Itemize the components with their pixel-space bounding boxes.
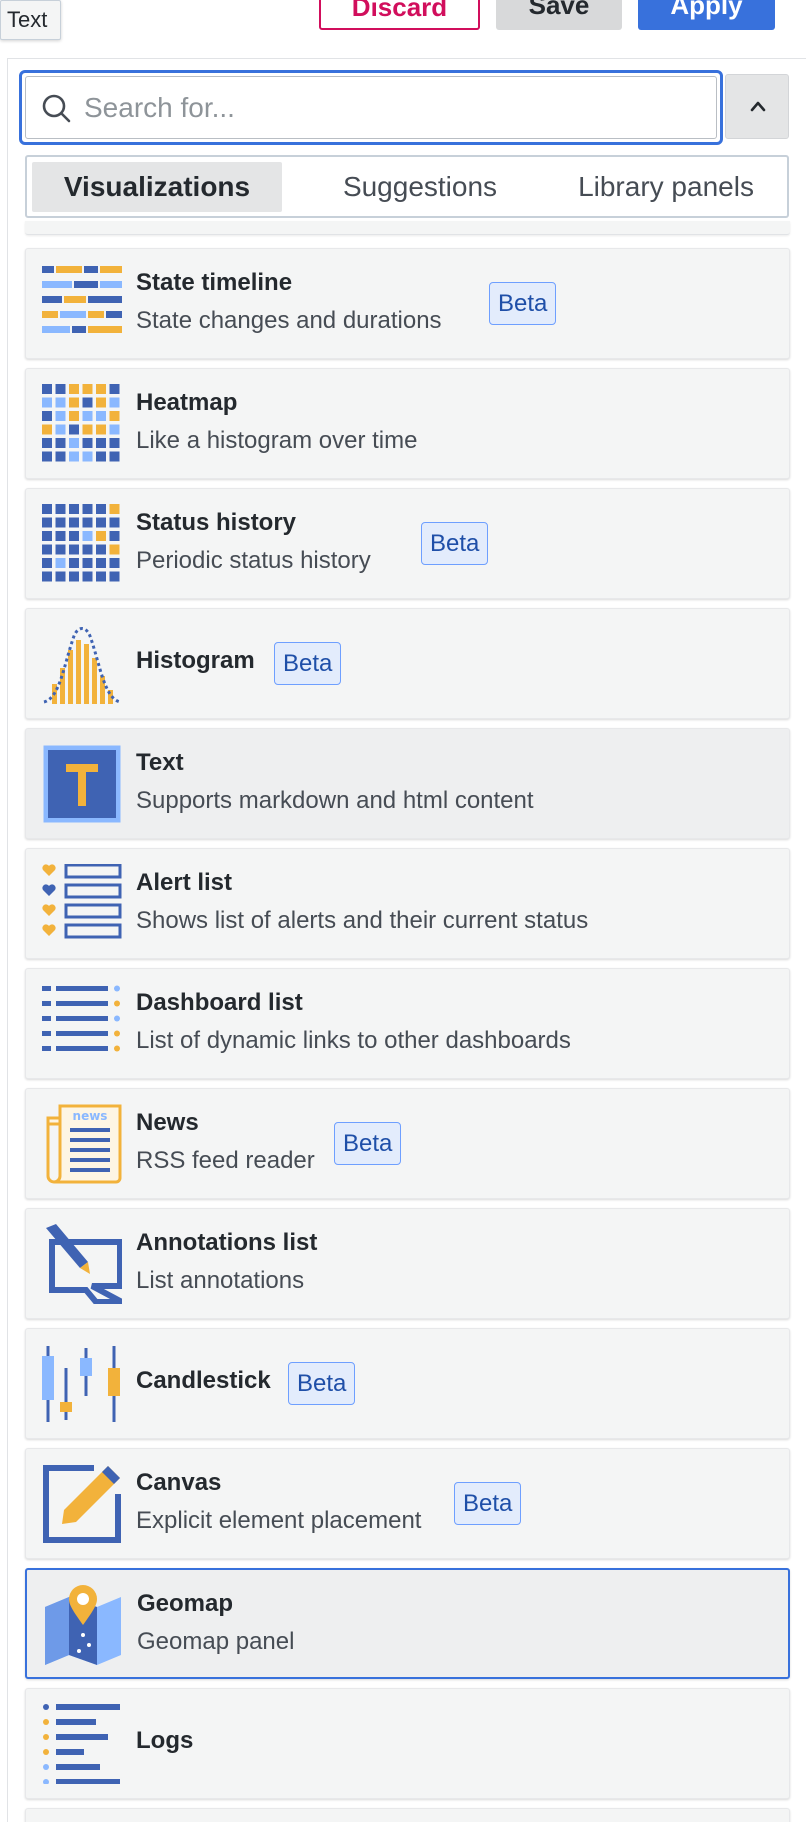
news-icon-label: news bbox=[73, 1109, 108, 1123]
viz-name: Candlestick bbox=[136, 1367, 271, 1394]
viz-card-heatmap[interactable]: Heatmap Like a histogram over time bbox=[25, 368, 790, 479]
viz-name: Alert list bbox=[136, 869, 233, 896]
viz-name: Histogram bbox=[136, 647, 255, 674]
viz-description: State changes and durations bbox=[136, 307, 442, 334]
viz-card-alert-list[interactable]: Alert list Shows list of alerts and thei… bbox=[25, 848, 790, 959]
tooltip: Text bbox=[0, 0, 61, 40]
canvas-icon bbox=[43, 1465, 121, 1543]
viz-card-logs[interactable]: Logs bbox=[25, 1688, 790, 1799]
viz-description: Shows list of alerts and their current s… bbox=[136, 907, 589, 934]
heatmap-icon bbox=[42, 384, 120, 462]
viz-description: List annotations bbox=[136, 1267, 305, 1294]
beta-badge: Beta bbox=[288, 1362, 356, 1405]
viz-name: State timeline bbox=[136, 269, 293, 296]
viz-name: Geomap bbox=[137, 1590, 234, 1617]
logs-icon bbox=[43, 1704, 120, 1784]
dashboard-list-icon bbox=[42, 985, 120, 1052]
list-item[interactable] bbox=[25, 221, 790, 235]
viz-name: Canvas bbox=[136, 1469, 222, 1496]
viz-description: List of dynamic links to other dashboard… bbox=[136, 1027, 571, 1054]
search-input[interactable] bbox=[84, 77, 684, 138]
geomap-icon bbox=[45, 1585, 121, 1665]
viz-card-candlestick[interactable]: Candlestick Beta bbox=[25, 1328, 790, 1439]
viz-card-dashboard-list[interactable]: Dashboard list List of dynamic links to … bbox=[25, 968, 790, 1079]
search-focus-ring bbox=[19, 70, 723, 145]
viz-name: News bbox=[136, 1109, 199, 1136]
viz-card-status-history[interactable]: Status history Periodic status history B… bbox=[25, 488, 790, 599]
tab-bar: Visualizations Suggestions Library panel… bbox=[25, 155, 789, 218]
chevron-up-icon bbox=[750, 101, 766, 112]
tab-suggestions[interactable]: Suggestions bbox=[295, 162, 545, 212]
search-icon bbox=[42, 94, 71, 123]
viz-name: Logs bbox=[136, 1727, 194, 1754]
text-icon bbox=[43, 745, 121, 823]
state-timeline-icon bbox=[42, 266, 122, 333]
viz-description: Geomap panel bbox=[137, 1628, 295, 1655]
collapse-button[interactable] bbox=[725, 74, 789, 139]
viz-description: Explicit element placement bbox=[136, 1507, 422, 1534]
beta-badge: Beta bbox=[454, 1482, 522, 1525]
apply-button[interactable]: Apply bbox=[638, 0, 775, 30]
save-button[interactable]: Save bbox=[496, 0, 622, 30]
viz-description: Periodic status history bbox=[136, 547, 371, 574]
viz-description: Supports markdown and html content bbox=[136, 787, 534, 814]
annotations-list-icon bbox=[46, 1224, 122, 1304]
alert-list-icon bbox=[42, 864, 122, 939]
beta-badge: Beta bbox=[334, 1122, 402, 1165]
viz-description: RSS feed reader bbox=[136, 1147, 315, 1174]
top-toolbar: Discard Save Apply bbox=[0, 0, 806, 32]
viz-card-canvas[interactable]: Canvas Explicit element placement Beta bbox=[25, 1448, 790, 1559]
viz-name: Annotations list bbox=[136, 1229, 318, 1256]
viz-card-news[interactable]: news News RSS feed reader Beta bbox=[25, 1088, 790, 1199]
news-icon: news bbox=[46, 1104, 122, 1184]
tab-visualizations[interactable]: Visualizations bbox=[32, 162, 282, 212]
viz-card-geomap[interactable]: Geomap Geomap panel bbox=[25, 1568, 790, 1679]
viz-name: Status history bbox=[136, 509, 297, 536]
list-item[interactable] bbox=[25, 1808, 790, 1822]
beta-badge: Beta bbox=[421, 522, 489, 565]
discard-button[interactable]: Discard bbox=[319, 0, 480, 30]
tab-library-panels[interactable]: Library panels bbox=[543, 162, 789, 212]
viz-card-state-timeline[interactable]: State timeline State changes and duratio… bbox=[25, 248, 790, 359]
viz-card-annotations-list[interactable]: Annotations list List annotations bbox=[25, 1208, 790, 1319]
viz-name: Text bbox=[136, 749, 184, 776]
candlestick-icon bbox=[42, 1346, 120, 1422]
status-history-icon bbox=[42, 504, 120, 582]
search-box bbox=[25, 76, 717, 139]
viz-name: Dashboard list bbox=[136, 989, 303, 1016]
viz-name: Heatmap bbox=[136, 389, 238, 416]
beta-badge: Beta bbox=[489, 282, 557, 325]
visualization-picker: Visualizations Suggestions Library panel… bbox=[7, 58, 806, 1822]
histogram-icon bbox=[43, 627, 121, 704]
viz-description: Like a histogram over time bbox=[136, 427, 418, 454]
viz-card-text[interactable]: Text Supports markdown and html content bbox=[25, 728, 790, 839]
beta-badge: Beta bbox=[274, 642, 342, 685]
viz-card-histogram[interactable]: Histogram Beta bbox=[25, 608, 790, 719]
